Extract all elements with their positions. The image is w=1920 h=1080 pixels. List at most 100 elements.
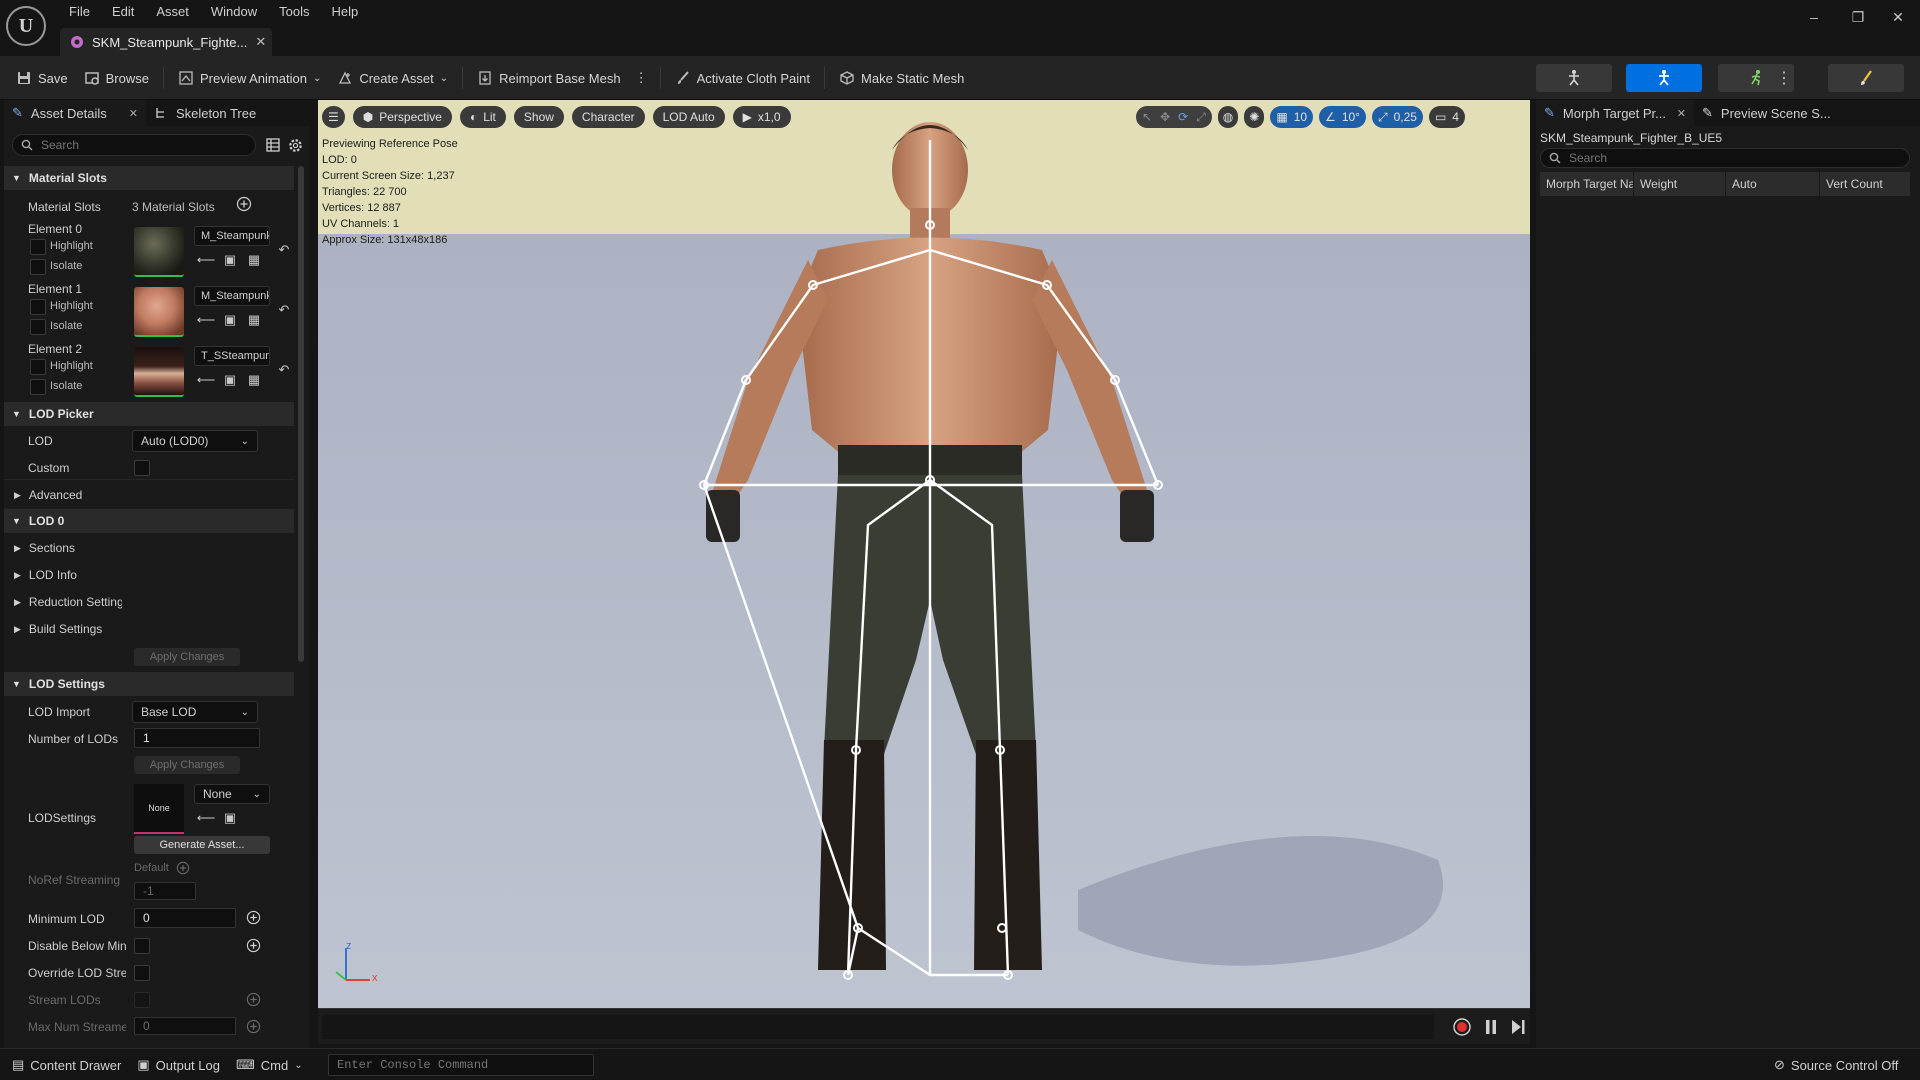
close-tab-icon[interactable]: ✕ [129, 107, 138, 120]
menu-file[interactable]: File [58, 2, 101, 22]
step-forward-icon[interactable] [1510, 1018, 1526, 1036]
browse-folder-icon[interactable]: ▣ [222, 252, 238, 268]
settings-gear-icon[interactable] [288, 138, 303, 153]
column-weight[interactable]: Weight [1634, 172, 1726, 196]
details-scrollbar[interactable] [298, 166, 304, 662]
make-static-mesh-button[interactable]: Make Static Mesh [833, 64, 970, 92]
disable-below-min-checkbox[interactable] [134, 938, 150, 954]
viewport-scene[interactable] [318, 100, 1530, 1008]
lod-info-row[interactable]: ▶ LOD Info [4, 564, 294, 586]
add-platform-override-icon[interactable] [246, 910, 261, 925]
use-selected-icon[interactable]: ⟵ [197, 252, 216, 268]
reset-to-default-icon[interactable]: ↶ [276, 302, 292, 318]
advanced-row[interactable]: ▶ Advanced [4, 484, 294, 506]
tab-asset-details[interactable]: ✎ Asset Details ✕ [4, 100, 146, 126]
local-space-button[interactable]: ◍ [1217, 106, 1239, 128]
unreal-logo-icon[interactable]: U [6, 6, 46, 46]
custom-lod-checkbox[interactable] [134, 460, 150, 476]
browse-folder-icon[interactable]: ▣ [222, 312, 238, 328]
column-vert-count[interactable]: Vert Count [1820, 172, 1910, 196]
reduction-settings-row[interactable]: ▶ Reduction Settings [4, 591, 122, 613]
column-morph-target-name[interactable]: Morph Target Name [1540, 172, 1634, 196]
reset-to-default-icon[interactable]: ↶ [276, 362, 292, 378]
lod-dropdown[interactable]: Auto (LOD0) ⌄ [132, 430, 258, 452]
menu-window[interactable]: Window [200, 2, 268, 22]
material-thumbnail[interactable] [134, 227, 184, 277]
build-settings-row[interactable]: ▶ Build Settings [4, 618, 294, 640]
override-lod-streaming-checkbox[interactable] [134, 965, 150, 981]
browse-folder-icon[interactable]: ▣ [222, 372, 238, 388]
noref-value-input[interactable]: -1 [134, 882, 196, 900]
close-tab-icon[interactable]: ✕ [255, 34, 266, 50]
cmd-dropdown[interactable]: ⌨ Cmd ⌄ [228, 1049, 311, 1080]
preview-animation-button[interactable]: Preview Animation ⌄ [172, 64, 327, 92]
perspective-button[interactable]: ⬢ Perspective [352, 106, 452, 128]
clear-icon[interactable]: ▦ [246, 252, 262, 268]
console-command-box[interactable] [328, 1054, 594, 1076]
rotation-snap-button[interactable]: ∠ 10° [1319, 106, 1366, 128]
morph-search-input[interactable] [1569, 151, 1889, 165]
table-view-icon[interactable] [266, 138, 280, 152]
close-window-icon[interactable]: ✕ [1876, 6, 1920, 28]
tab-skeleton-tree[interactable]: Skeleton Tree [146, 100, 264, 126]
stream-lods-checkbox[interactable] [134, 992, 150, 1008]
source-control-button[interactable]: ⊘ Source Control Off [1766, 1049, 1906, 1080]
character-button[interactable]: Character [571, 106, 645, 128]
play-speed-button[interactable]: ▶ x1,0 [732, 106, 791, 128]
lod-import-dropdown[interactable]: Base LOD ⌄ [132, 701, 258, 723]
menu-tools[interactable]: Tools [268, 2, 320, 22]
apply-changes-button[interactable]: Apply Changes [134, 756, 240, 774]
lit-button[interactable]: ◐ Lit [459, 106, 506, 128]
surface-snap-button[interactable]: ✺ [1244, 106, 1265, 128]
menu-edit[interactable]: Edit [101, 2, 145, 22]
use-selected-icon[interactable]: ⟵ [197, 810, 216, 826]
camera-speed-button[interactable]: ▭ 4 [1428, 106, 1465, 128]
clear-icon[interactable]: ▦ [246, 372, 262, 388]
close-tab-icon[interactable]: ✕ [1677, 107, 1686, 120]
translate-icon[interactable]: ✥ [1160, 110, 1170, 124]
highlight-checkbox[interactable] [30, 359, 46, 375]
isolate-checkbox[interactable] [30, 379, 46, 395]
column-auto[interactable]: Auto [1726, 172, 1820, 196]
use-selected-icon[interactable]: ⟵ [197, 312, 216, 328]
section-lod-picker[interactable]: ▼ LOD Picker [4, 402, 294, 426]
highlight-checkbox[interactable] [30, 299, 46, 315]
activate-cloth-paint-button[interactable]: Activate Cloth Paint [669, 64, 816, 92]
material-name-field[interactable]: T_SSteampun [194, 346, 270, 366]
scale-snap-button[interactable]: ⤢ 0,25 [1371, 106, 1423, 128]
record-icon[interactable] [1452, 1017, 1472, 1037]
browse-button[interactable]: Browse [78, 64, 155, 92]
menu-help[interactable]: Help [320, 2, 369, 22]
reset-to-default-icon[interactable]: ↶ [276, 242, 292, 258]
lodsettings-thumbnail[interactable]: None [134, 784, 184, 834]
add-platform-override-icon[interactable] [246, 992, 261, 1007]
details-search-box[interactable] [12, 134, 256, 156]
output-log-button[interactable]: ▣ Output Log [129, 1049, 228, 1080]
restore-icon[interactable]: ❐ [1836, 6, 1880, 28]
document-tab[interactable]: SKM_Steampunk_Fighte... ✕ [60, 28, 272, 56]
grid-snap-button[interactable]: ▦ 10 [1270, 106, 1314, 128]
lodsettings-dropdown[interactable]: None ⌄ [194, 784, 270, 804]
material-thumbnail[interactable] [134, 347, 184, 397]
create-asset-button[interactable]: Create Asset ⌄ [331, 64, 454, 92]
viewport-menu-button[interactable]: ☰ [322, 106, 345, 128]
generate-asset-button[interactable]: Generate Asset... [134, 836, 270, 854]
console-command-input[interactable] [337, 1055, 587, 1075]
lod-auto-button[interactable]: LOD Auto [652, 106, 725, 128]
section-lod-0[interactable]: ▼ LOD 0 [4, 509, 294, 533]
sections-row[interactable]: ▶ Sections [4, 537, 294, 559]
material-name-field[interactable]: M_Steampunk [194, 286, 270, 306]
number-of-lods-input[interactable]: 1 [134, 728, 260, 748]
skeleton-mode-button[interactable] [1536, 64, 1612, 92]
isolate-checkbox[interactable] [30, 259, 46, 275]
mesh-mode-button[interactable] [1626, 64, 1702, 92]
section-material-slots[interactable]: ▼ Material Slots [4, 166, 294, 190]
scale-icon[interactable]: ⤢ [1196, 110, 1206, 125]
timeline-scrubber[interactable] [322, 1015, 1434, 1039]
tab-preview-scene-settings[interactable]: ✎ Preview Scene S... [1694, 100, 1839, 126]
isolate-checkbox[interactable] [30, 319, 46, 335]
rotate-icon[interactable]: ⟳ [1178, 110, 1188, 124]
tab-morph-target-preview[interactable]: ✎ Morph Target Pr... ✕ [1536, 100, 1694, 126]
clear-icon[interactable]: ▦ [246, 312, 262, 328]
physics-mode-button[interactable] [1828, 64, 1904, 92]
